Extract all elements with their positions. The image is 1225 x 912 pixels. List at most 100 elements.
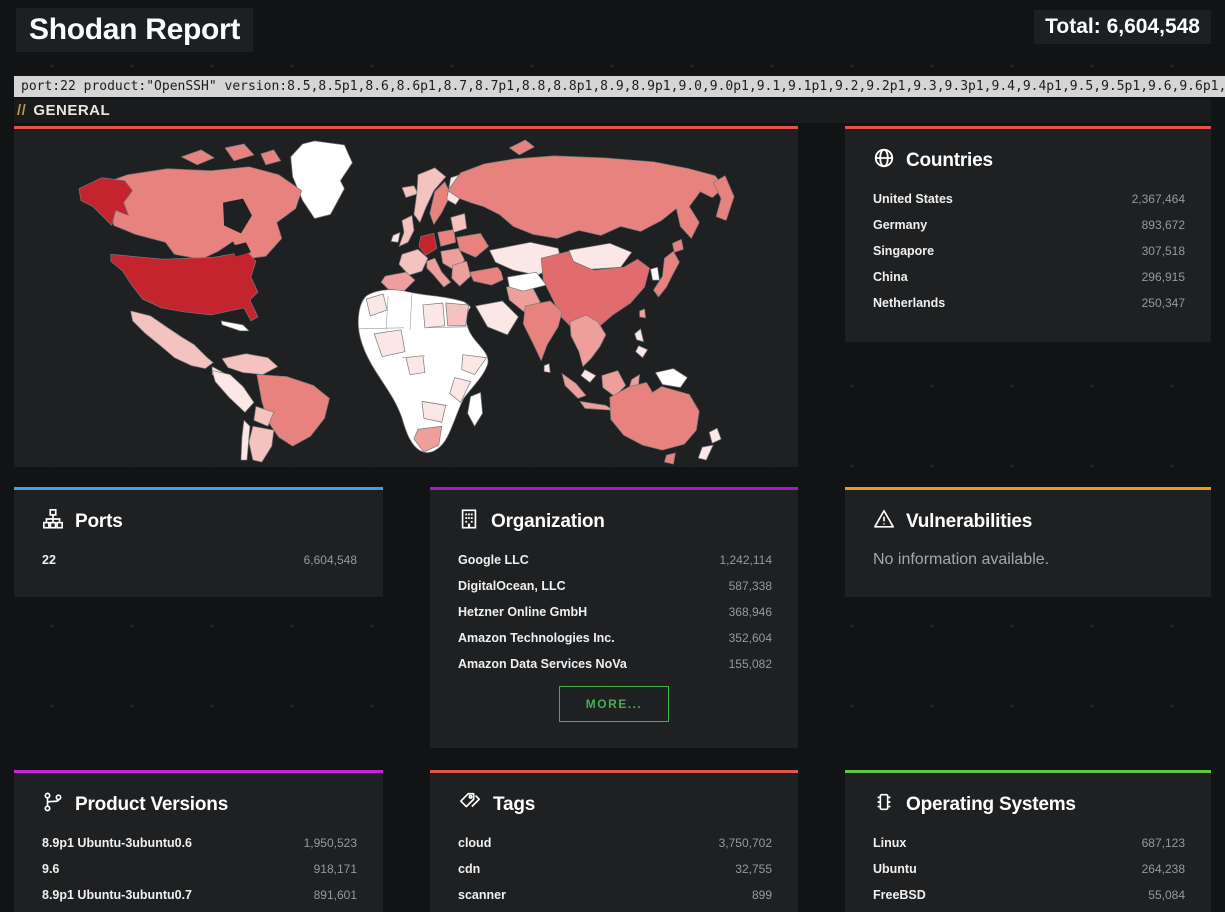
globe-icon — [873, 147, 895, 175]
section-slashes: // — [17, 102, 26, 119]
section-label-text: GENERAL — [33, 102, 110, 119]
tags-panel: Tags cloud3,750,702 cdn32,755 scanner899 — [430, 770, 798, 912]
sitemap-icon — [42, 508, 64, 536]
total-count: Total: 6,604,548 — [1034, 10, 1211, 44]
map-region-new-zealand-north — [709, 428, 721, 443]
tags-title: Tags — [458, 793, 770, 817]
vulnerabilities-title-text: Vulnerabilities — [906, 511, 1032, 533]
product-versions-title-text: Product Versions — [75, 794, 228, 816]
map-region-java — [580, 401, 614, 410]
map-region-poland — [438, 229, 456, 246]
map-region-tasmania — [664, 453, 675, 464]
map-region-new-zealand-south — [698, 445, 713, 460]
total-label: Total: — [1045, 15, 1101, 38]
countries-title-text: Countries — [906, 150, 993, 172]
warning-icon — [873, 508, 895, 536]
list-item: cdn32,755 — [430, 856, 798, 882]
organization-panel: Organization Google LLC1,242,114 Digital… — [430, 487, 798, 748]
map-region-colombia — [222, 354, 278, 375]
map-region-uk — [399, 215, 414, 246]
list-item: scanner899 — [430, 882, 798, 908]
vulnerabilities-panel: Vulnerabilities No information available… — [845, 487, 1211, 597]
tags-icon — [458, 791, 482, 819]
map-region-malaysia — [581, 370, 596, 383]
ports-panel: Ports 226,604,548 — [14, 487, 383, 597]
tags-list: cloud3,750,702 cdn32,755 scanner899 — [430, 830, 798, 908]
product-versions-panel: Product Versions 8.9p1 Ubuntu-3ubuntu0.6… — [14, 770, 383, 912]
world-map — [14, 131, 798, 467]
product-versions-title: Product Versions — [42, 793, 355, 817]
map-region-kamchatka — [713, 176, 734, 221]
map-region-baltics — [451, 214, 467, 233]
operating-systems-title: Operating Systems — [873, 793, 1183, 817]
ports-title: Ports — [42, 510, 355, 534]
operating-systems-list: Linux687,123 Ubuntu264,238 FreeBSD55,084 — [845, 830, 1211, 908]
more-button[interactable]: MORE... — [559, 686, 670, 722]
search-query: port:22 product:"OpenSSH" version:8.5,8.… — [14, 76, 1225, 97]
map-region-libya — [423, 303, 445, 328]
product-versions-list: 8.9p1 Ubuntu-3ubuntu0.61,950,523 9.6918,… — [14, 830, 383, 908]
vulnerabilities-title: Vulnerabilities — [873, 510, 1183, 534]
map-region-philippines-south — [636, 346, 648, 358]
list-item: cloud3,750,702 — [430, 830, 798, 856]
ports-list: 226,604,548 — [14, 547, 383, 573]
operating-systems-panel: Operating Systems Linux687,123 Ubuntu264… — [845, 770, 1211, 912]
map-region-russia — [448, 156, 724, 239]
world-map-panel — [14, 126, 798, 467]
map-region-arctic-island-1 — [181, 150, 214, 165]
list-item: Singapore307,518 — [845, 238, 1211, 264]
map-region-hokkaido — [672, 239, 683, 252]
list-item: Linux687,123 — [845, 830, 1211, 856]
map-region-arctic-island-3 — [261, 150, 281, 165]
map-region-greenland — [291, 141, 353, 219]
map-region-novaya-zemlya — [509, 140, 534, 155]
list-item: Amazon Data Services NoVa155,082 — [430, 651, 798, 677]
page-title: Shodan Report — [16, 8, 253, 52]
map-region-sumatra — [562, 374, 586, 399]
list-item: Hetzner Online GmbH368,946 — [430, 599, 798, 625]
tags-title-text: Tags — [493, 794, 535, 816]
list-item: Google LLC1,242,114 — [430, 547, 798, 573]
countries-list: United States2,367,464 Germany893,672 Si… — [845, 186, 1211, 316]
map-region-taiwan — [640, 309, 646, 318]
map-region-uzbekistan — [507, 272, 546, 291]
section-general: // GENERAL — [14, 99, 1211, 123]
list-item: China296,915 — [845, 264, 1211, 290]
list-item: Netherlands250,347 — [845, 290, 1211, 316]
map-region-canada — [100, 167, 302, 259]
organization-list: Google LLC1,242,114 DigitalOcean, LLC587… — [430, 547, 798, 677]
map-region-madagascar — [468, 392, 483, 426]
map-region-india — [523, 301, 562, 361]
map-region-sri-lanka — [544, 364, 550, 373]
organization-title: Organization — [458, 510, 770, 534]
list-item: 8.9p1 Ubuntu-3ubuntu0.61,950,523 — [14, 830, 383, 856]
building-icon — [458, 508, 480, 536]
list-item: FreeBSD55,084 — [845, 882, 1211, 908]
map-region-usa — [111, 251, 258, 321]
map-region-korea — [651, 267, 660, 280]
branch-icon — [42, 791, 64, 819]
map-region-philippines-north — [635, 329, 644, 342]
no-information-text: No information available. — [873, 551, 1183, 569]
map-region-germany — [419, 233, 437, 255]
map-region-argentina — [249, 426, 274, 462]
list-item: United States2,367,464 — [845, 186, 1211, 212]
total-value: 6,604,548 — [1107, 15, 1200, 38]
map-region-saudi-arabia — [476, 301, 519, 335]
map-region-mexico — [131, 311, 214, 369]
countries-panel: Countries United States2,367,464 Germany… — [845, 126, 1211, 342]
map-region-australia — [610, 383, 699, 451]
map-region-iceland — [402, 186, 418, 198]
map-region-arctic-island-2 — [225, 144, 254, 161]
map-region-egypt — [446, 303, 469, 326]
map-region-france — [399, 249, 428, 275]
shodan-report-page: { "header": { "title": "Shodan Report", … — [0, 0, 1225, 912]
more-wrap: MORE... — [430, 686, 798, 722]
map-region-peru — [212, 371, 254, 413]
map-region-cuba — [221, 321, 249, 331]
list-item: Germany893,672 — [845, 212, 1211, 238]
list-item: 226,604,548 — [14, 547, 383, 573]
list-item: DigitalOcean, LLC587,338 — [430, 573, 798, 599]
countries-title: Countries — [873, 149, 1183, 173]
map-region-chile — [241, 420, 250, 460]
